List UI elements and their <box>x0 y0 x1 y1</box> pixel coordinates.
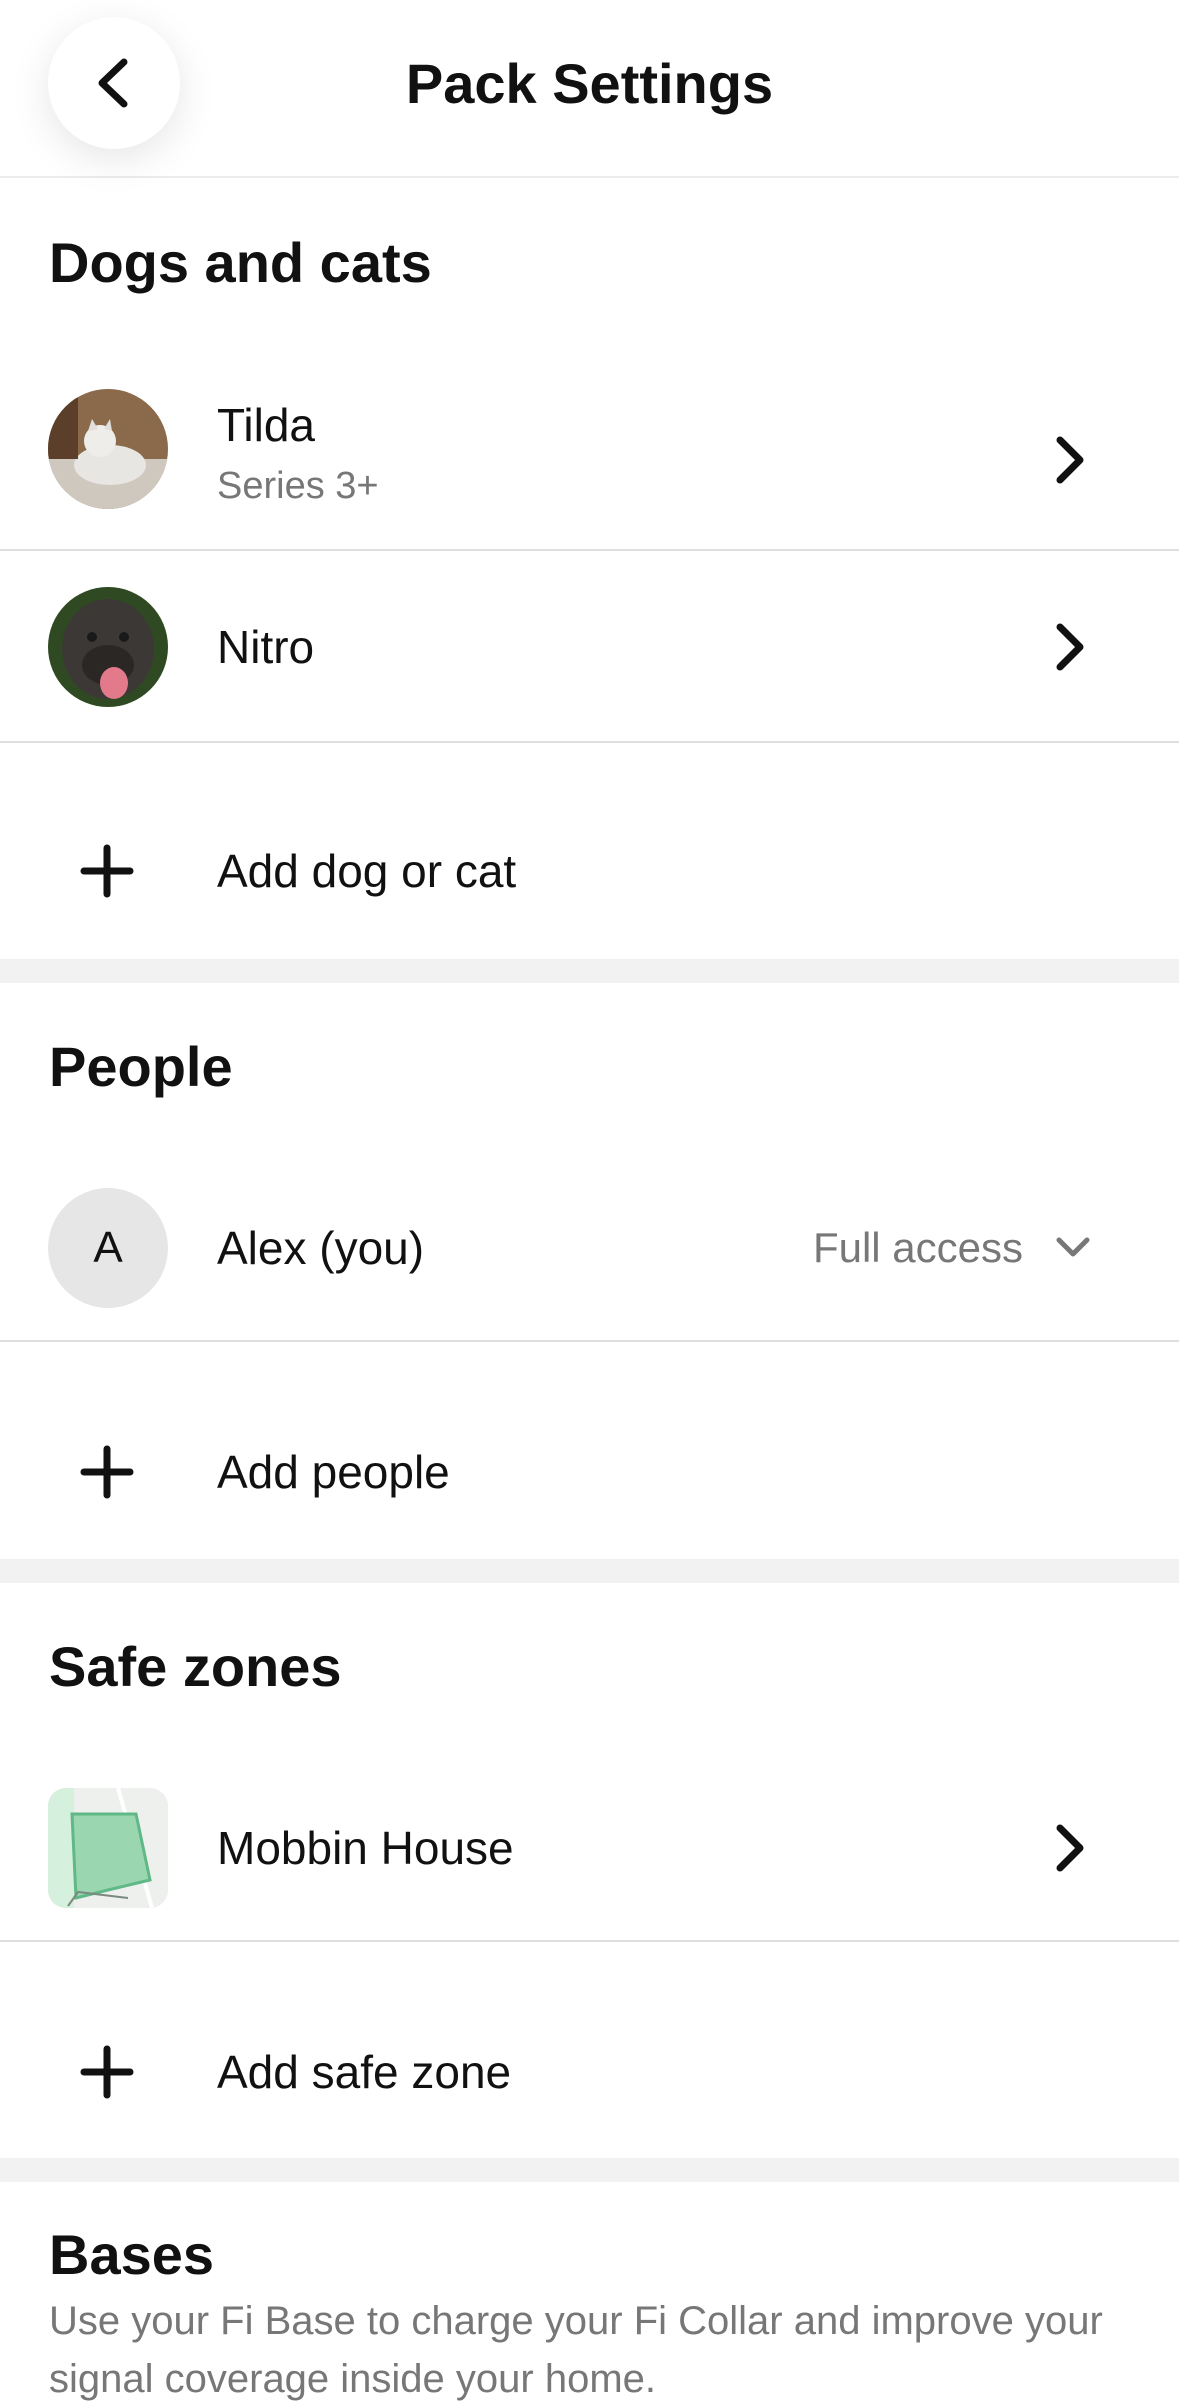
section-title-bases: Bases <box>49 2223 215 2286</box>
pet-avatar-tilda <box>48 389 168 509</box>
person-avatar: A <box>48 1188 168 1308</box>
pet-name: Tilda <box>217 399 315 451</box>
page-title: Pack Settings <box>405 52 774 115</box>
section-separator <box>0 1559 1179 1583</box>
access-level-dropdown[interactable]: Full access <box>813 1218 1091 1278</box>
plus-icon <box>80 844 134 898</box>
pet-row-tilda[interactable]: Tilda Series 3+ <box>0 370 1179 551</box>
section-title-pets: Dogs and cats <box>49 231 432 294</box>
add-safe-zone-button[interactable]: Add safe zone <box>0 1942 1179 2158</box>
pet-avatar-nitro <box>48 587 168 707</box>
chevron-right-icon <box>1056 623 1084 671</box>
pet-name: Nitro <box>217 621 315 673</box>
section-separator <box>0 2158 1179 2182</box>
section-title-people: People <box>49 1035 233 1098</box>
section-title-safe-zones: Safe zones <box>49 1635 342 1698</box>
person-row: A Alex (you) Full access <box>0 1160 1179 1342</box>
chevron-right-icon <box>1056 436 1084 484</box>
add-people-label: Add people <box>217 1446 450 1498</box>
safe-zone-row[interactable]: Mobbin House <box>0 1760 1179 1942</box>
bases-description: Use your Fi Base to charge your Fi Colla… <box>49 2299 1103 2401</box>
safe-zone-name: Mobbin House <box>217 1822 514 1874</box>
add-pet-label: Add dog or cat <box>217 845 517 897</box>
map-thumbnail <box>48 1788 168 1908</box>
add-pet-button[interactable]: Add dog or cat <box>0 743 1179 959</box>
add-safe-zone-label: Add safe zone <box>217 2046 512 2098</box>
person-name: Alex (you) <box>217 1222 425 1274</box>
access-level-label: Full access <box>812 1224 1023 1271</box>
chevron-down-icon <box>1056 1237 1090 1257</box>
chevron-right-icon <box>1056 1824 1084 1872</box>
top-bar: Pack Settings <box>0 0 1179 178</box>
plus-icon <box>80 2045 134 2099</box>
pet-collar-series: Series 3+ <box>217 465 379 507</box>
plus-icon <box>80 1445 134 1499</box>
pet-row-nitro[interactable]: Nitro <box>0 551 1179 743</box>
add-people-button[interactable]: Add people <box>0 1342 1179 1559</box>
section-separator <box>0 959 1179 983</box>
